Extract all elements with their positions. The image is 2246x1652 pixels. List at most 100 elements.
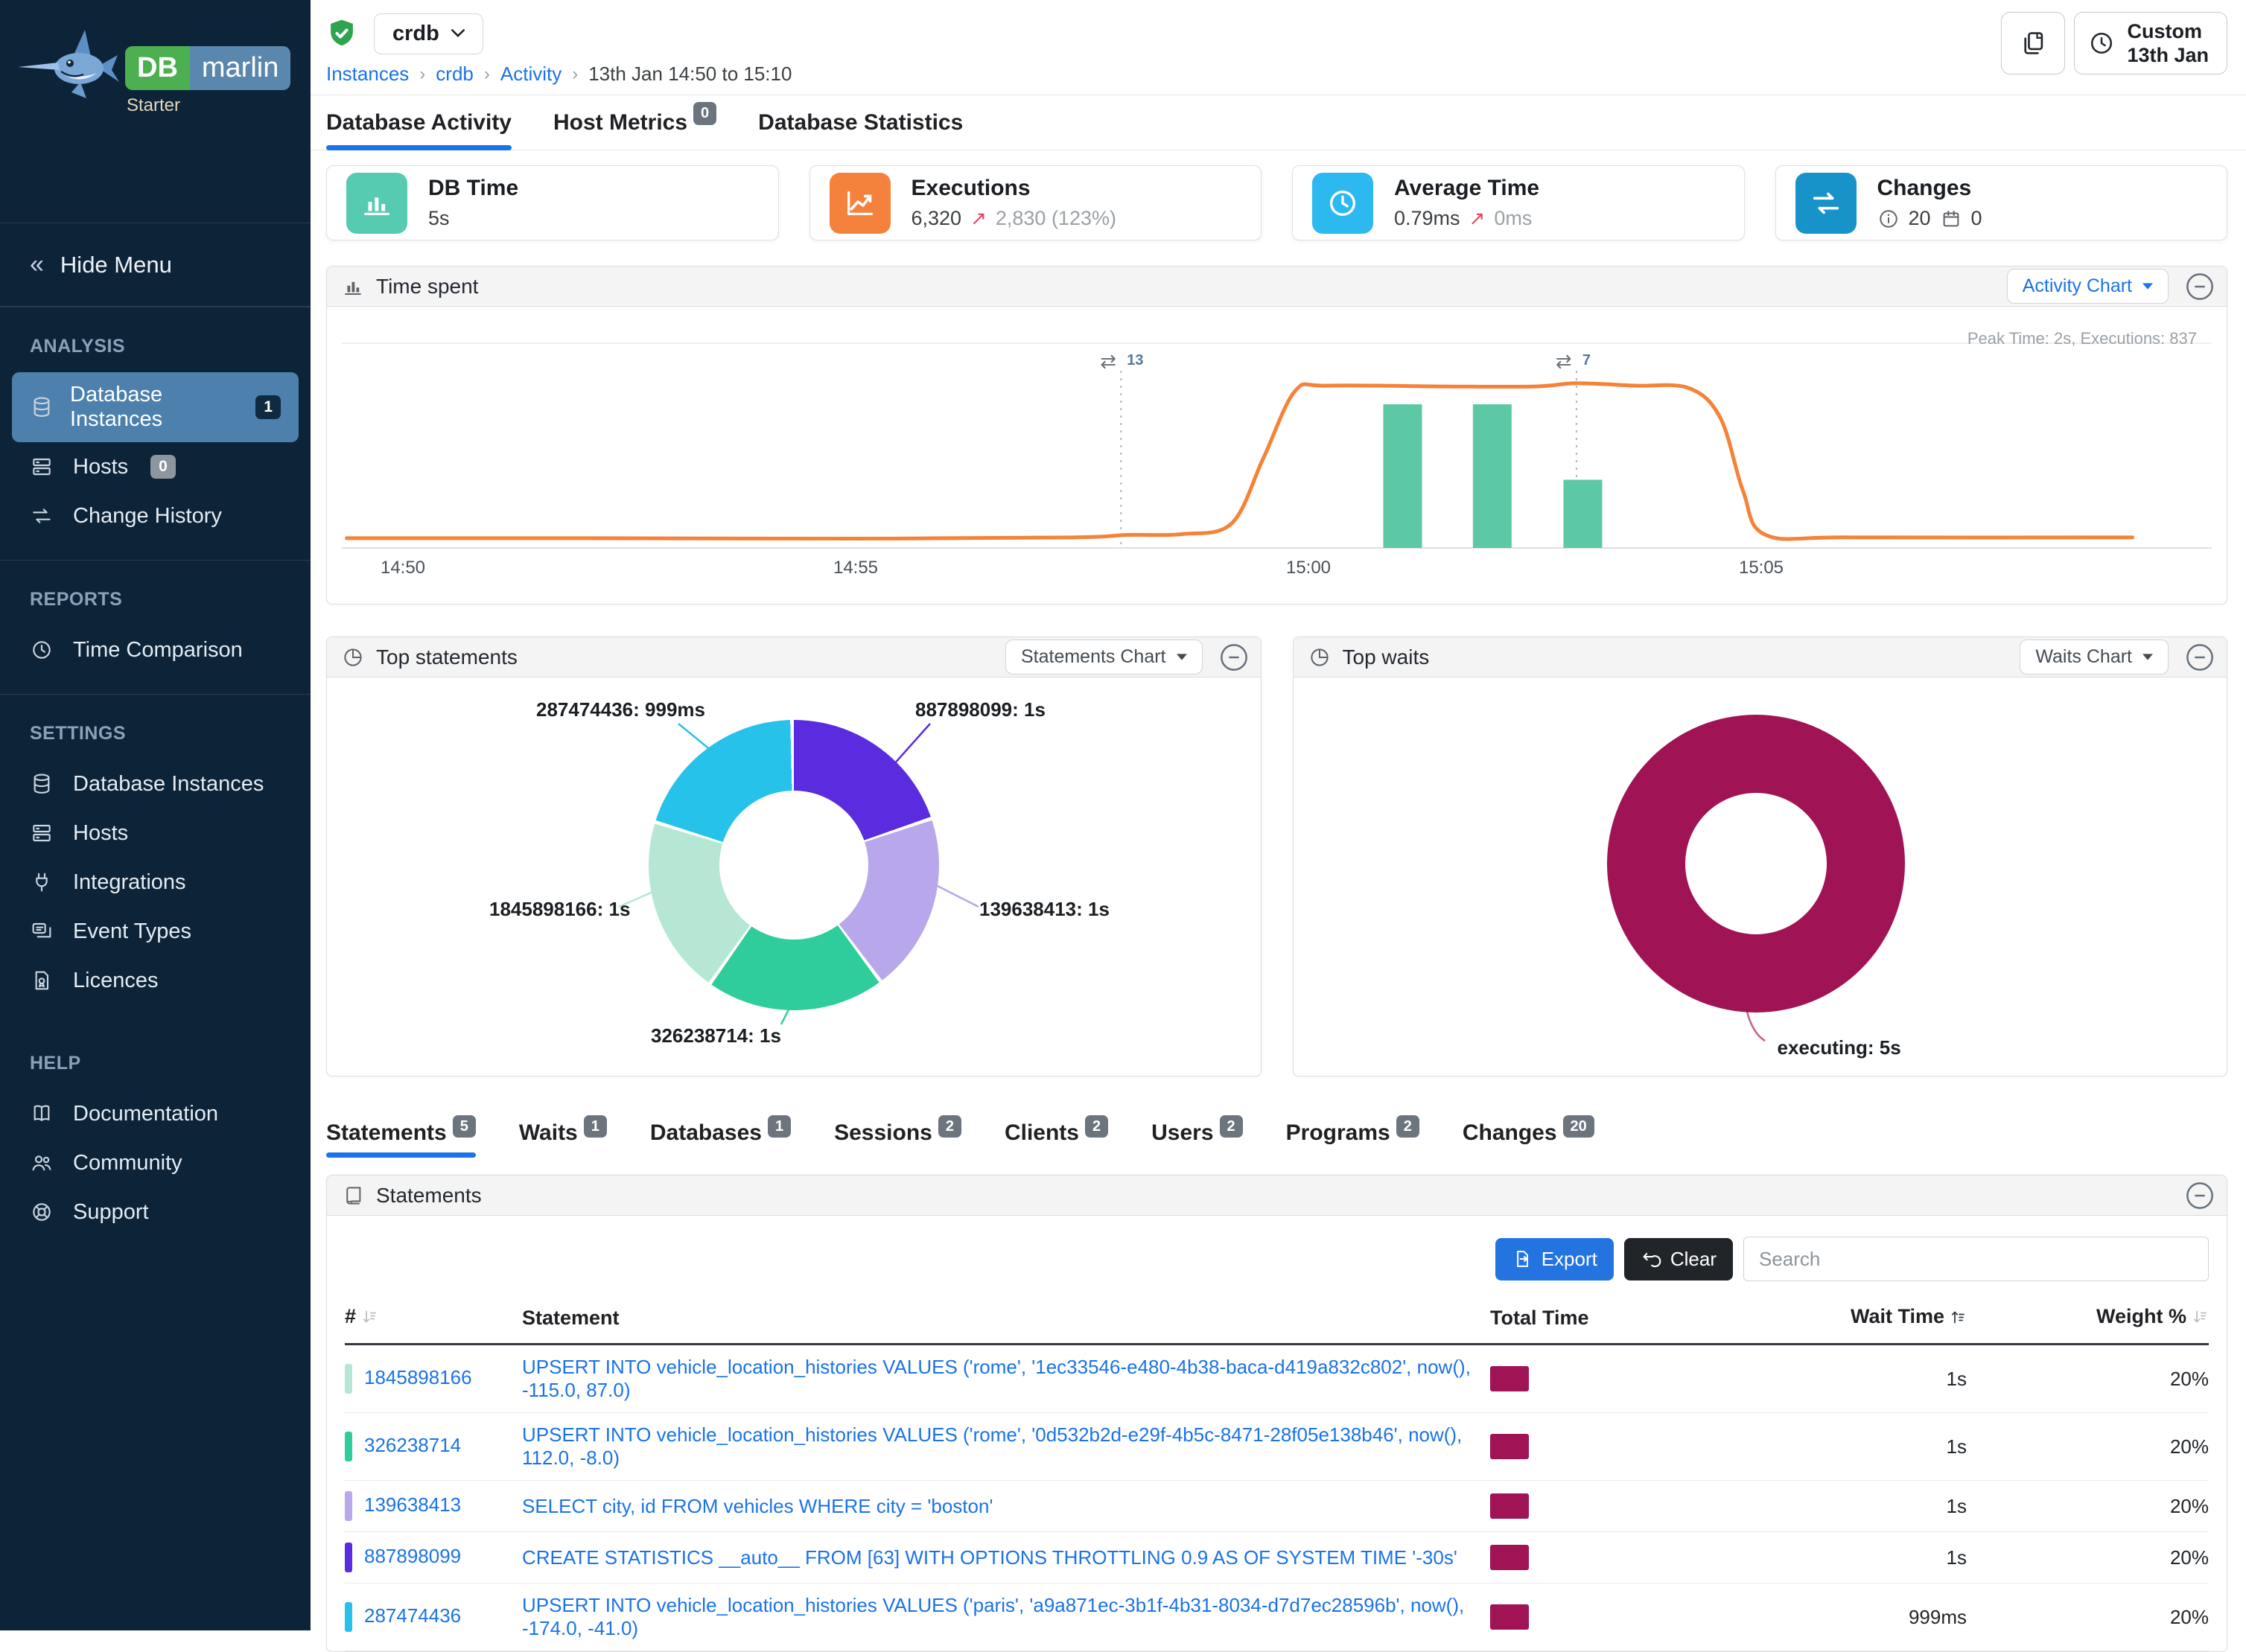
- sidebar-section-title: REPORTS: [0, 589, 311, 610]
- statements-donut-chart[interactable]: 887898099: 1s139638413: 1s326238714: 1s1…: [327, 677, 1261, 1076]
- statement-id-link[interactable]: 326238714: [364, 1434, 461, 1456]
- database-icon: [30, 394, 54, 421]
- statement-text-link[interactable]: SELECT city, id FROM vehicles WHERE city…: [522, 1495, 993, 1517]
- plug-icon: [30, 869, 57, 896]
- clear-button[interactable]: Clear: [1624, 1238, 1733, 1281]
- table-row: 1845898166 UPSERT INTO vehicle_location_…: [345, 1345, 2209, 1413]
- detail-tab-sessions[interactable]: Sessions2: [834, 1120, 961, 1158]
- collapse-panel-button[interactable]: [2185, 1181, 2215, 1211]
- detail-tab-users[interactable]: Users2: [1151, 1120, 1243, 1158]
- donut-charts-row: Top statements Statements Chart: [326, 637, 2227, 1077]
- statements-donut: [649, 720, 939, 1010]
- instance-selector[interactable]: crdb: [374, 13, 483, 54]
- waits-chart-select[interactable]: Waits Chart: [2020, 640, 2169, 674]
- breadcrumb-link[interactable]: Activity: [500, 63, 562, 86]
- sidebar-item-support[interactable]: Support: [0, 1187, 311, 1237]
- kpi-event-count: 0: [1971, 207, 1982, 230]
- donut-slice-label: 887898099: 1s: [915, 698, 1046, 721]
- caret-down-icon: [2142, 654, 2153, 660]
- tab-database-activity[interactable]: Database Activity: [326, 95, 512, 150]
- support-icon: [30, 1199, 57, 1225]
- statement-color-chip: [345, 1602, 352, 1632]
- sidebar-item-label: Time Comparison: [73, 638, 243, 663]
- edition-label: Starter: [127, 95, 180, 116]
- hide-menu-button[interactable]: « Hide Menu: [0, 223, 311, 307]
- copy-icon: [2019, 29, 2047, 57]
- server-icon: [30, 453, 57, 480]
- statement-id-link[interactable]: 1845898166: [364, 1366, 472, 1388]
- detail-tab-statements[interactable]: Statements5: [326, 1120, 476, 1158]
- svg-text:⇄: ⇄: [1100, 350, 1116, 372]
- tab-label: Waits: [519, 1120, 578, 1145]
- time-spent-chart[interactable]: ⇄13⇄714:5014:5515:0015:05 Peak Time: 2s,…: [327, 307, 2227, 604]
- count-badge: 1: [255, 395, 281, 419]
- statement-id-link[interactable]: 287474436: [364, 1604, 461, 1627]
- activity-chart-select[interactable]: Activity Chart: [2007, 269, 2169, 304]
- statement-color-chip: [345, 1364, 352, 1394]
- col-total-time[interactable]: Total Time: [1490, 1292, 1728, 1345]
- sidebar-item-database-instances[interactable]: Database Instances: [0, 759, 311, 809]
- sidebar-item-label: Integrations: [73, 870, 186, 895]
- detail-tab-programs[interactable]: Programs2: [1286, 1120, 1419, 1158]
- sidebar-item-hosts[interactable]: Hosts: [0, 809, 311, 858]
- licence-icon: [30, 967, 57, 994]
- sort-asc-icon: [1949, 1308, 1967, 1330]
- svg-text:7: 7: [1582, 352, 1591, 369]
- count-badge: 2: [1085, 1115, 1108, 1138]
- statements-table: # Statement Total Time Wait Time Weight …: [345, 1292, 2209, 1651]
- sort-desc-icon: [2191, 1308, 2209, 1330]
- col-hash[interactable]: #: [345, 1292, 522, 1345]
- breadcrumb-link[interactable]: Instances: [326, 63, 409, 86]
- sidebar-item-licences[interactable]: Licences: [0, 956, 311, 1005]
- search-input[interactable]: [1743, 1237, 2209, 1281]
- statement-text-link[interactable]: UPSERT INTO vehicle_location_histories V…: [522, 1356, 1471, 1401]
- total-time-bar: [1490, 1366, 1529, 1391]
- donut-slice-label: executing: 5s: [1778, 1036, 1901, 1059]
- tab-database-statistics[interactable]: Database Statistics: [758, 95, 963, 150]
- collapse-panel-button[interactable]: [2185, 642, 2215, 672]
- statement-id-link[interactable]: 887898099: [364, 1545, 461, 1567]
- col-wait-time[interactable]: Wait Time: [1728, 1292, 1967, 1345]
- svg-text:13: 13: [1127, 352, 1143, 369]
- sidebar-item-database-instances[interactable]: Database Instances1: [12, 372, 299, 442]
- detail-tab-waits[interactable]: Waits1: [519, 1120, 607, 1158]
- copy-button[interactable]: [2001, 12, 2065, 74]
- collapse-panel-button[interactable]: [2185, 272, 2215, 302]
- sidebar-item-label: Community: [73, 1151, 182, 1176]
- sidebar-item-change-history[interactable]: Change History: [0, 491, 311, 540]
- sidebar-item-event-types[interactable]: Event Types: [0, 907, 311, 956]
- detail-tab-clients[interactable]: Clients2: [1005, 1120, 1108, 1158]
- breadcrumb-link[interactable]: crdb: [436, 63, 474, 86]
- waits-donut-chart[interactable]: executing: 5s: [1294, 677, 2227, 1076]
- count-badge: 1: [768, 1115, 791, 1138]
- kpi-title: Executions: [912, 176, 1116, 201]
- col-statement[interactable]: Statement: [522, 1292, 1490, 1345]
- statement-color-chip: [345, 1491, 352, 1521]
- sidebar-section-title: SETTINGS: [0, 723, 311, 744]
- detail-tab-databases[interactable]: Databases1: [650, 1120, 791, 1158]
- top-waits-title: Top waits: [1343, 645, 1430, 669]
- sidebar-item-label: Event Types: [73, 919, 191, 944]
- tab-label: Databases: [650, 1120, 762, 1145]
- col-weight[interactable]: Weight %: [1967, 1292, 2209, 1345]
- statement-id-link[interactable]: 139638413: [364, 1493, 461, 1516]
- weight-cell: 20%: [1967, 1413, 2209, 1481]
- statement-text-link[interactable]: CREATE STATISTICS __auto__ FROM [63] WIT…: [522, 1546, 1457, 1569]
- tab-host-metrics[interactable]: Host Metrics0: [553, 95, 716, 150]
- statement-text-link[interactable]: UPSERT INTO vehicle_location_histories V…: [522, 1423, 1462, 1469]
- detail-tab-changes[interactable]: Changes20: [1463, 1120, 1594, 1158]
- collapse-panel-button[interactable]: [1219, 642, 1249, 672]
- sidebar-item-hosts[interactable]: Hosts0: [0, 442, 311, 491]
- sidebar-item-documentation[interactable]: Documentation: [0, 1089, 311, 1138]
- table-toolbar: Export Clear: [327, 1216, 2227, 1286]
- statements-chart-select[interactable]: Statements Chart: [1005, 640, 1203, 674]
- breadcrumb: Instances›crdb›Activity›13th Jan 14:50 t…: [326, 63, 2227, 86]
- statement-text-link[interactable]: UPSERT INTO vehicle_location_histories V…: [522, 1594, 1464, 1639]
- export-button[interactable]: Export: [1495, 1238, 1614, 1281]
- time-range-button[interactable]: Custom13th Jan: [2074, 12, 2227, 74]
- donut-slice-label: 326238714: 1s: [651, 1024, 781, 1047]
- sidebar-item-integrations[interactable]: Integrations: [0, 858, 311, 907]
- sidebar-item-community[interactable]: Community: [0, 1138, 311, 1187]
- tab-label: Users: [1151, 1120, 1213, 1145]
- sidebar-item-time-comparison[interactable]: Time Comparison: [0, 625, 311, 674]
